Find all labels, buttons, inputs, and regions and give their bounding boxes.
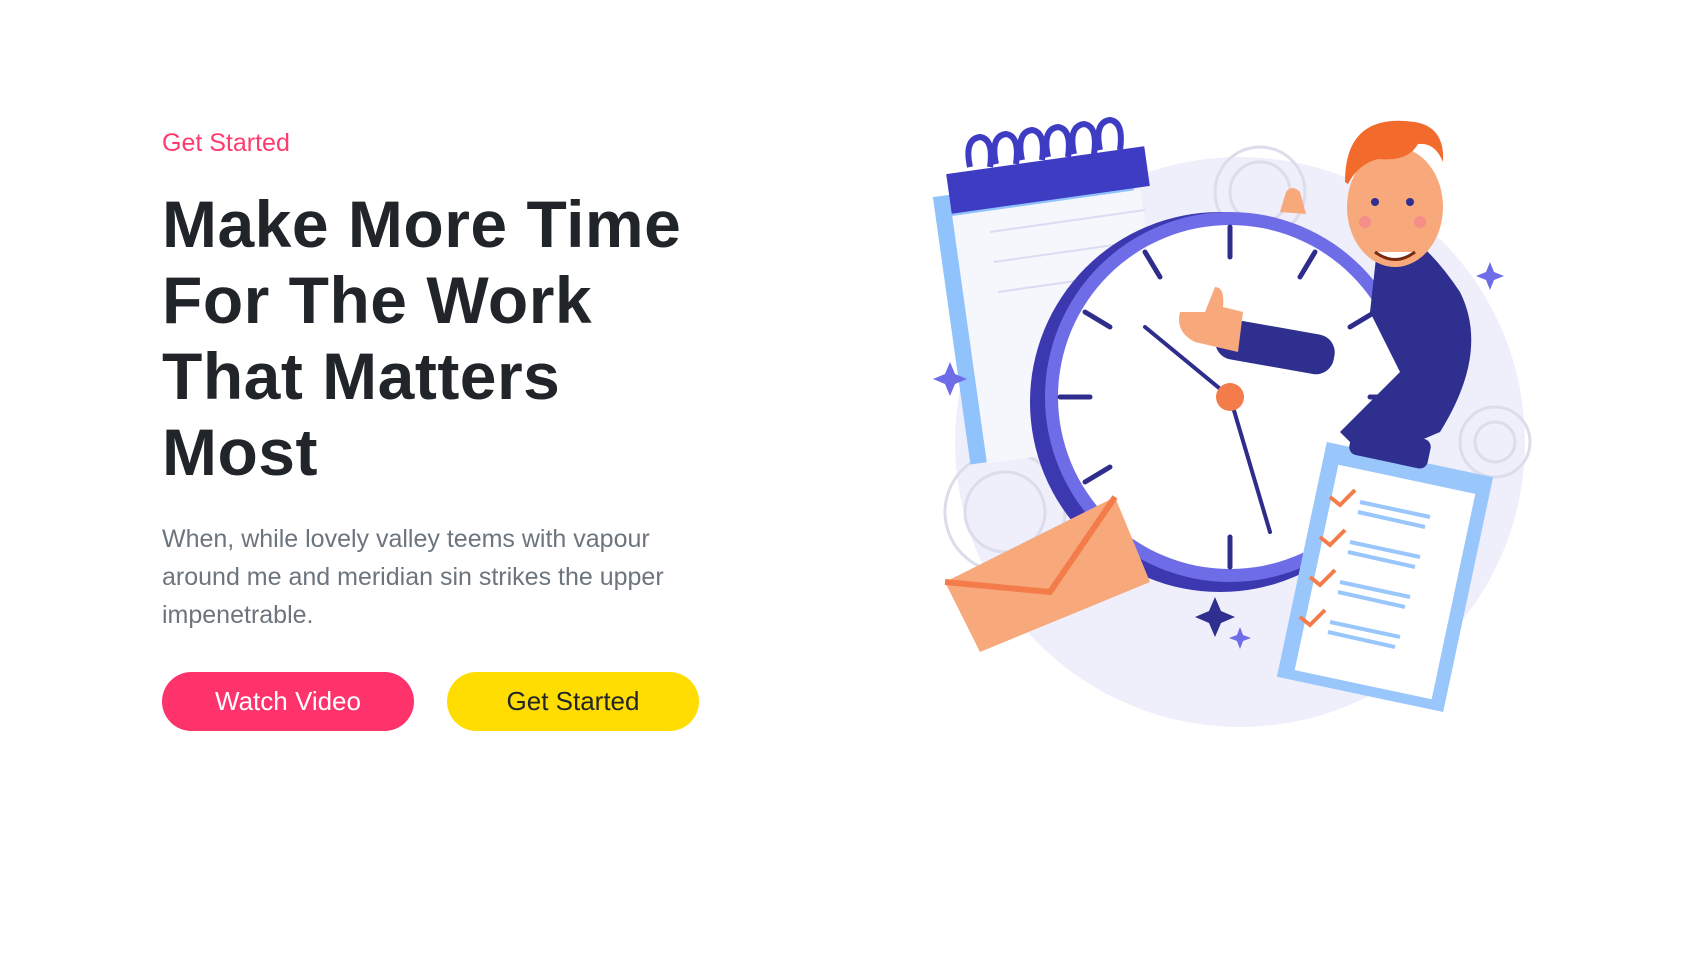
hero-title-line: Most: [162, 415, 318, 489]
hero-title: Make More Time For The Work That Matters…: [162, 186, 782, 490]
hero-section: Get Started Make More Time For The Work …: [0, 0, 1708, 960]
eyebrow-label: Get Started: [162, 129, 290, 157]
hero-title-line: For The Work: [162, 263, 593, 337]
get-started-button[interactable]: Get Started: [447, 672, 699, 731]
hero-description: When, while lovely valley teems with vap…: [162, 525, 664, 629]
hero-title-line: That Matters: [162, 339, 561, 413]
hero-illustration: [932, 116, 1532, 727]
hero-text-block: Get Started Make More Time For The Work …: [162, 128, 782, 731]
watch-video-button[interactable]: Watch Video: [162, 672, 414, 731]
hero-title-line: Make More Time: [162, 187, 682, 261]
button-row: Watch Video Get Started: [162, 672, 782, 731]
